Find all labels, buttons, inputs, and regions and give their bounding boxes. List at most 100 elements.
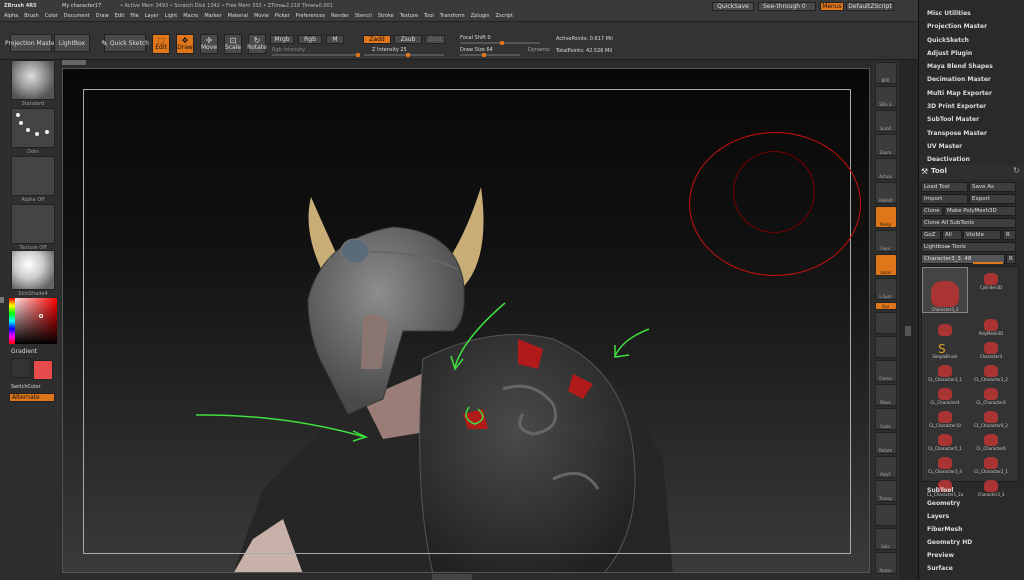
left-tray-handle[interactable] (0, 297, 4, 303)
z-intensity-knob[interactable] (406, 53, 410, 57)
plugin-misc-utilities[interactable]: Misc Utilities (927, 10, 993, 17)
switchcolor-button[interactable]: SwitchColor (11, 384, 41, 390)
section-subtool[interactable]: SubTool (927, 487, 972, 494)
import-button[interactable]: Import (921, 194, 968, 204)
plugin-projection-master[interactable]: Projection Master (927, 23, 993, 30)
menu-picker[interactable]: Picker (275, 13, 290, 19)
menu-movie[interactable]: Movie (254, 13, 269, 19)
tool-thumb-character3-3-0[interactable]: Character3_3 (922, 267, 968, 313)
menu-macro[interactable]: Macro (183, 13, 198, 19)
menu-light[interactable]: Light (165, 13, 177, 19)
shelf-polyf-button-17[interactable]: PolyF (874, 456, 897, 478)
goz-all-button[interactable]: All (942, 230, 962, 240)
tool-thumb-cl-character5-1-12[interactable]: CL_Character5_1 (922, 428, 968, 451)
shelf-xyz-button-10[interactable]: Xyz (874, 302, 897, 310)
m-button[interactable]: M (326, 35, 344, 44)
section-fibermesh[interactable]: FiberMesh (927, 526, 972, 533)
menu-marker[interactable]: Marker (204, 13, 221, 19)
tool-thumb-cl-character10-10[interactable]: CL_Character10 (922, 405, 968, 428)
menu-render[interactable]: Render (331, 13, 349, 19)
tool-thumb-cl-character3-1-6[interactable]: CL_Character3_1 (922, 359, 968, 382)
section-geometry[interactable]: Geometry (927, 500, 972, 507)
plugin-decimation-master[interactable]: Decimation Master (927, 76, 993, 83)
main-color-swatch[interactable] (33, 360, 53, 380)
shelf-aahalf-button-5[interactable]: AAHalf (874, 182, 897, 204)
clone-button[interactable]: Clone (921, 206, 943, 216)
tool-thumb-cl-character9-2-11[interactable]: CL_Character9_2 (968, 405, 1014, 428)
brush-thumbnail[interactable] (11, 60, 55, 100)
tool-header[interactable]: ⚒ Tool ↻ (919, 165, 1024, 179)
projection-master-button[interactable]: Projection Master (5, 34, 57, 52)
mrgb-button[interactable]: Mrgb (270, 35, 294, 44)
shelf-blank-button-11[interactable] (874, 312, 897, 334)
plugin-subtool-master[interactable]: SubTool Master (927, 116, 993, 123)
menu-texture[interactable]: Texture (400, 13, 418, 19)
tool-thumb-simplebrush-4[interactable]: S SimpleBrush (922, 336, 968, 359)
plugin-deactivation[interactable]: Deactivation (927, 156, 993, 163)
gradient-label[interactable]: Gradient (11, 348, 37, 355)
material-thumbnail[interactable] (11, 250, 55, 290)
color-picker-cursor[interactable] (39, 314, 43, 318)
plugin-maya-blend-shapes[interactable]: Maya Blend Shapes (927, 63, 993, 70)
tool-thumb-cl-character6-13[interactable]: CL_Character6 (968, 428, 1014, 451)
goz-button[interactable]: GoZ (921, 230, 941, 240)
dynamic-toggle[interactable]: Dynamic (528, 47, 550, 53)
secondary-color-swatch[interactable] (11, 358, 31, 378)
alternate-button[interactable]: Alternate (9, 393, 55, 402)
tool-thumb-cl-character2-1-15[interactable]: CL_Character2_1 (968, 451, 1014, 474)
quicksave-button[interactable]: QuickSave (712, 2, 754, 11)
section-surface[interactable]: Surface (927, 565, 972, 572)
focal-shift-slider[interactable] (460, 41, 540, 45)
menu-brush[interactable]: Brush (24, 13, 38, 19)
tool-thumb-character3-5[interactable]: Character3 (968, 336, 1014, 359)
save-as-button[interactable]: Save As (969, 182, 1016, 192)
shelf-scale-button-15[interactable]: Scale (874, 408, 897, 430)
scale-mode-button[interactable]: ⊡ Scale (224, 34, 242, 54)
plugin-multi-map-exporter[interactable]: Multi Map Exporter (927, 90, 993, 97)
menu-layer[interactable]: Layer (145, 13, 159, 19)
tool-thumb-cylinder3d-1[interactable]: Cylinder3D (968, 267, 1014, 290)
menu-material[interactable]: Material (228, 13, 248, 19)
tool-thumb-character3-3-17[interactable]: Character3_3 (968, 474, 1014, 497)
menu-alpha[interactable]: Alpha (4, 13, 18, 19)
menu-stroke[interactable]: Stroke (378, 13, 394, 19)
shelf-blank-button-12[interactable] (874, 336, 897, 358)
shelf-l-sym-button-9[interactable]: L.Sym (874, 278, 897, 300)
shelf-transp-button-18[interactable]: Transp (874, 480, 897, 502)
section-geometry-hd[interactable]: Geometry HD (927, 539, 972, 546)
right-tray-handle[interactable] (905, 326, 911, 336)
menu-color[interactable]: Color (45, 13, 58, 19)
draw-size-knob[interactable] (482, 53, 486, 57)
clone-all-subtools-button[interactable]: Clone All SubTools (921, 218, 1016, 228)
menu-document[interactable]: Document (64, 13, 90, 19)
goz-visible-button[interactable]: Visible (963, 230, 1001, 240)
shelf-persp-button-6[interactable]: Persp (874, 206, 897, 228)
default-zscript-button[interactable]: DefaultZScript (846, 2, 894, 11)
menu-preferences[interactable]: Preferences (296, 13, 325, 19)
rgb-intensity-slider[interactable] (272, 53, 360, 57)
rgb-button[interactable]: Rgb (298, 35, 322, 44)
section-layers[interactable]: Layers (927, 513, 972, 520)
shelf-spix-3-button-1[interactable]: SPix 3 (874, 86, 897, 108)
shelf-local-button-8[interactable]: Local (874, 254, 897, 276)
plugin-adjust-plugin[interactable]: Adjust Plugin (927, 50, 993, 57)
canvas-scroll-handle[interactable] (62, 60, 86, 65)
shelf-blank-button-19[interactable] (874, 504, 897, 526)
menu-edit[interactable]: Edit (115, 13, 125, 19)
section-preview[interactable]: Preview (927, 552, 972, 559)
z-intensity-slider[interactable] (364, 53, 444, 57)
menus-button[interactable]: Menus (820, 2, 844, 11)
plugin-uv-master[interactable]: UV Master (927, 143, 993, 150)
rotate-mode-button[interactable]: ↻ Rotate (247, 34, 267, 54)
load-tool-button[interactable]: Load Tool (921, 182, 968, 192)
shelf-frame-button-13[interactable]: Frame (874, 360, 897, 382)
make-polymesh-button[interactable]: Make PolyMesh3D (944, 206, 1016, 216)
zsub-button[interactable]: Zsub (394, 35, 422, 44)
lightbox-tools-button[interactable]: Lightbox▸ Tools (921, 242, 1016, 252)
shelf-actual-button-4[interactable]: Actual (874, 158, 897, 180)
tool-thumb-cl-character3-4-14[interactable]: CL_Character3_4 (922, 451, 968, 474)
tool-thumb-cl-character3-9[interactable]: CL_Character3 (968, 382, 1014, 405)
export-button[interactable]: Export (969, 194, 1016, 204)
goz-r-button[interactable]: R (1003, 230, 1016, 240)
shelf-bpr-button-0[interactable]: BPR (874, 62, 897, 84)
